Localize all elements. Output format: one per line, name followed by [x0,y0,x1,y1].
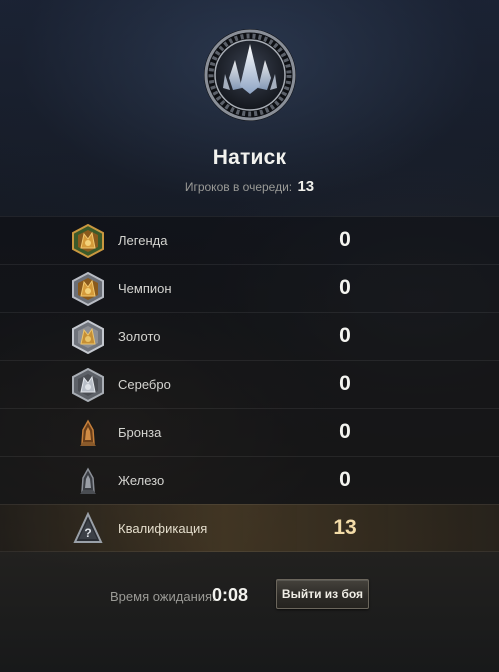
mode-title: Натиск [212,146,287,169]
league-name: Легенда [118,233,168,248]
league-name: Квалификация [118,521,208,536]
iron-league-icon [80,467,96,494]
queue-count: 13 [297,178,315,195]
onslaught-emblem-icon [204,29,296,121]
league-row-gold: Золото 0 [0,312,499,360]
svg-text:?: ? [84,526,91,540]
league-row-bronze: Бронза 0 [0,408,499,456]
league-count: 0 [339,276,351,299]
league-table: Легенда 0 Чемпион 0 Золото 0 Серебро 0 Б… [0,216,499,552]
league-name: Золото [118,329,161,344]
league-name: Серебро [118,377,171,392]
leave-battle-button[interactable]: Выйти из боя [276,579,369,609]
bronze-league-icon [80,419,96,446]
queue-label: Игроков в очереди: [184,180,293,194]
wait-time-value: 0:08 [212,585,249,605]
battle-queue-window: Натиск Игроков в очереди: 13 Легенда 0 Ч… [0,0,499,672]
league-name: Бронза [118,425,162,440]
league-name: Железо [118,473,165,488]
gold-league-icon [72,320,104,354]
league-count: 13 [333,516,357,539]
league-count: 0 [339,372,351,395]
queue-info: Игроков в очереди: 13 [0,178,499,195]
league-name: Чемпион [118,281,172,296]
league-count: 0 [339,468,351,491]
league-row-champion: Чемпион 0 [0,264,499,312]
wait-time-label: Время ожидания: [110,589,216,604]
silver-league-icon [72,368,104,402]
league-row-legend: Легенда 0 [0,216,499,264]
champion-league-icon [72,272,104,306]
qualification-icon: ? [73,512,103,543]
league-row-qualification: ? Квалификация 13 [0,504,499,552]
legend-league-icon [72,224,104,258]
league-row-silver: Серебро 0 [0,360,499,408]
league-count: 0 [339,228,351,251]
league-row-iron: Железо 0 [0,456,499,504]
league-count: 0 [339,324,351,347]
league-count: 0 [339,420,351,443]
